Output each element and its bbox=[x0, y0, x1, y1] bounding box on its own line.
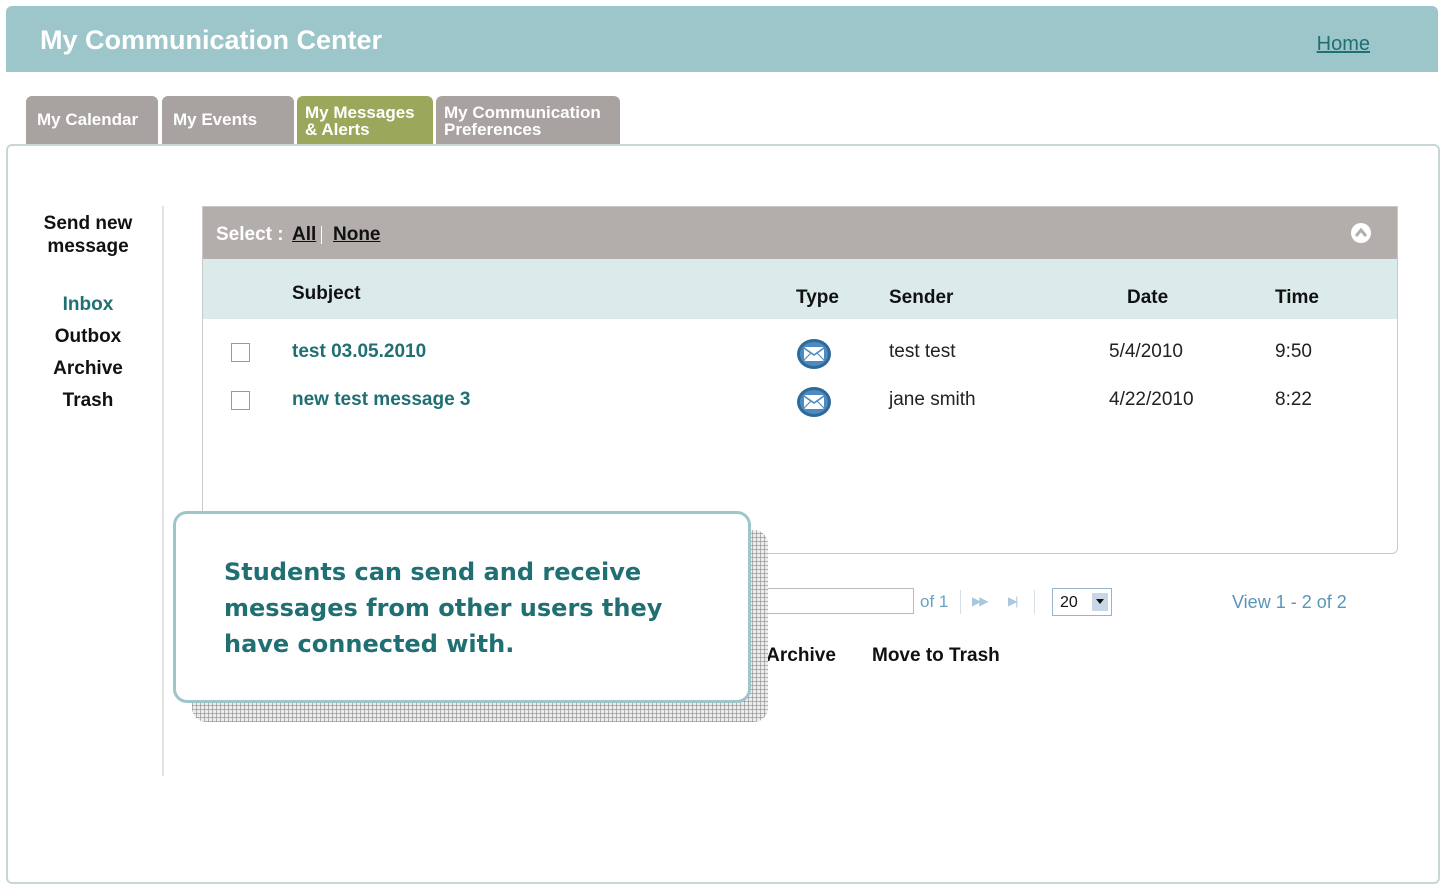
next-page-icon[interactable]: ▶▶ bbox=[972, 594, 989, 608]
tab-label-line1: My Messages bbox=[305, 103, 415, 122]
column-header-date[interactable]: Date bbox=[1127, 287, 1168, 309]
collapse-up-icon[interactable] bbox=[1351, 223, 1371, 243]
row-checkbox[interactable] bbox=[231, 391, 250, 410]
message-time: 9:50 bbox=[1275, 341, 1312, 362]
page-size-value: 20 bbox=[1060, 594, 1078, 611]
column-header-row: Subject Type Sender Date Time bbox=[203, 259, 1397, 319]
message-subject-link[interactable]: test 03.05.2010 bbox=[292, 341, 426, 363]
home-link[interactable]: Home bbox=[1317, 33, 1370, 56]
view-count-text: View 1 - 2 of 2 bbox=[1232, 592, 1347, 612]
tab-label-line2: Preferences bbox=[444, 120, 542, 139]
tutorial-callout: Students can send and receive messages f… bbox=[173, 511, 751, 703]
pager-separator bbox=[1034, 590, 1035, 614]
last-page-icon[interactable]: ▶| bbox=[1008, 594, 1018, 608]
message-sender: test test bbox=[889, 341, 956, 362]
select-none-link[interactable]: None bbox=[333, 224, 381, 246]
sidebar-divider bbox=[162, 206, 164, 776]
select-bar: Select : All None bbox=[203, 207, 1397, 259]
pager-separator bbox=[960, 590, 961, 614]
tab-label: My Calendar bbox=[37, 110, 139, 129]
app-header: My Communication Center Home bbox=[6, 6, 1438, 72]
tab-label: My Events bbox=[173, 110, 258, 129]
sidebar-item-archive[interactable]: Archive bbox=[26, 358, 150, 380]
send-new-label-line2: message bbox=[47, 236, 129, 257]
tab-label-line1: My Communication bbox=[444, 103, 601, 122]
chevron-down-icon[interactable] bbox=[1092, 593, 1108, 611]
send-new-message-link[interactable]: Send new message bbox=[26, 212, 150, 258]
tab-my-messages-alerts[interactable]: My Messages & Alerts bbox=[297, 96, 433, 144]
table-row[interactable]: test 03.05.2010 test test 5/4/2010 9:50 bbox=[203, 331, 1397, 377]
column-header-sender[interactable]: Sender bbox=[889, 287, 953, 309]
column-header-type[interactable]: Type bbox=[796, 287, 839, 309]
tab-my-communication-preferences[interactable]: My Communication Preferences bbox=[436, 96, 620, 144]
row-checkbox[interactable] bbox=[231, 343, 250, 362]
sidebar-item-inbox[interactable]: Inbox bbox=[26, 294, 150, 316]
tab-label-line2: & Alerts bbox=[305, 120, 370, 139]
message-subject-link[interactable]: new test message 3 bbox=[292, 389, 470, 411]
send-new-label-line1: Send new bbox=[43, 213, 133, 234]
message-time: 8:22 bbox=[1275, 389, 1312, 410]
tab-my-calendar[interactable]: My Calendar bbox=[26, 96, 158, 144]
envelope-icon bbox=[796, 338, 832, 370]
sidebar-item-outbox[interactable]: Outbox bbox=[26, 326, 150, 348]
message-date: 4/22/2010 bbox=[1109, 389, 1194, 410]
message-sender: jane smith bbox=[889, 389, 976, 410]
envelope-icon bbox=[796, 386, 832, 418]
app-title: My Communication Center bbox=[40, 25, 383, 55]
column-header-time[interactable]: Time bbox=[1275, 287, 1319, 309]
sidebar-item-trash[interactable]: Trash bbox=[26, 390, 150, 412]
select-separator bbox=[321, 226, 322, 244]
message-date: 5/4/2010 bbox=[1109, 341, 1183, 362]
move-to-trash-button[interactable]: Move to Trash bbox=[872, 645, 1000, 667]
page-size-select[interactable]: 20 bbox=[1052, 588, 1112, 616]
pager-of-text: of 1 bbox=[920, 592, 949, 611]
message-list-panel: Select : All None Subject Type Sender Da… bbox=[202, 206, 1398, 554]
select-label: Select : bbox=[216, 224, 284, 245]
callout-text: Students can send and receive messages f… bbox=[224, 558, 663, 658]
table-row[interactable]: new test message 3 jane smith 4/22/2010 … bbox=[203, 379, 1397, 425]
column-header-subject[interactable]: Subject bbox=[292, 283, 361, 305]
tab-my-events[interactable]: My Events bbox=[162, 96, 294, 144]
select-all-link[interactable]: All bbox=[292, 224, 316, 246]
